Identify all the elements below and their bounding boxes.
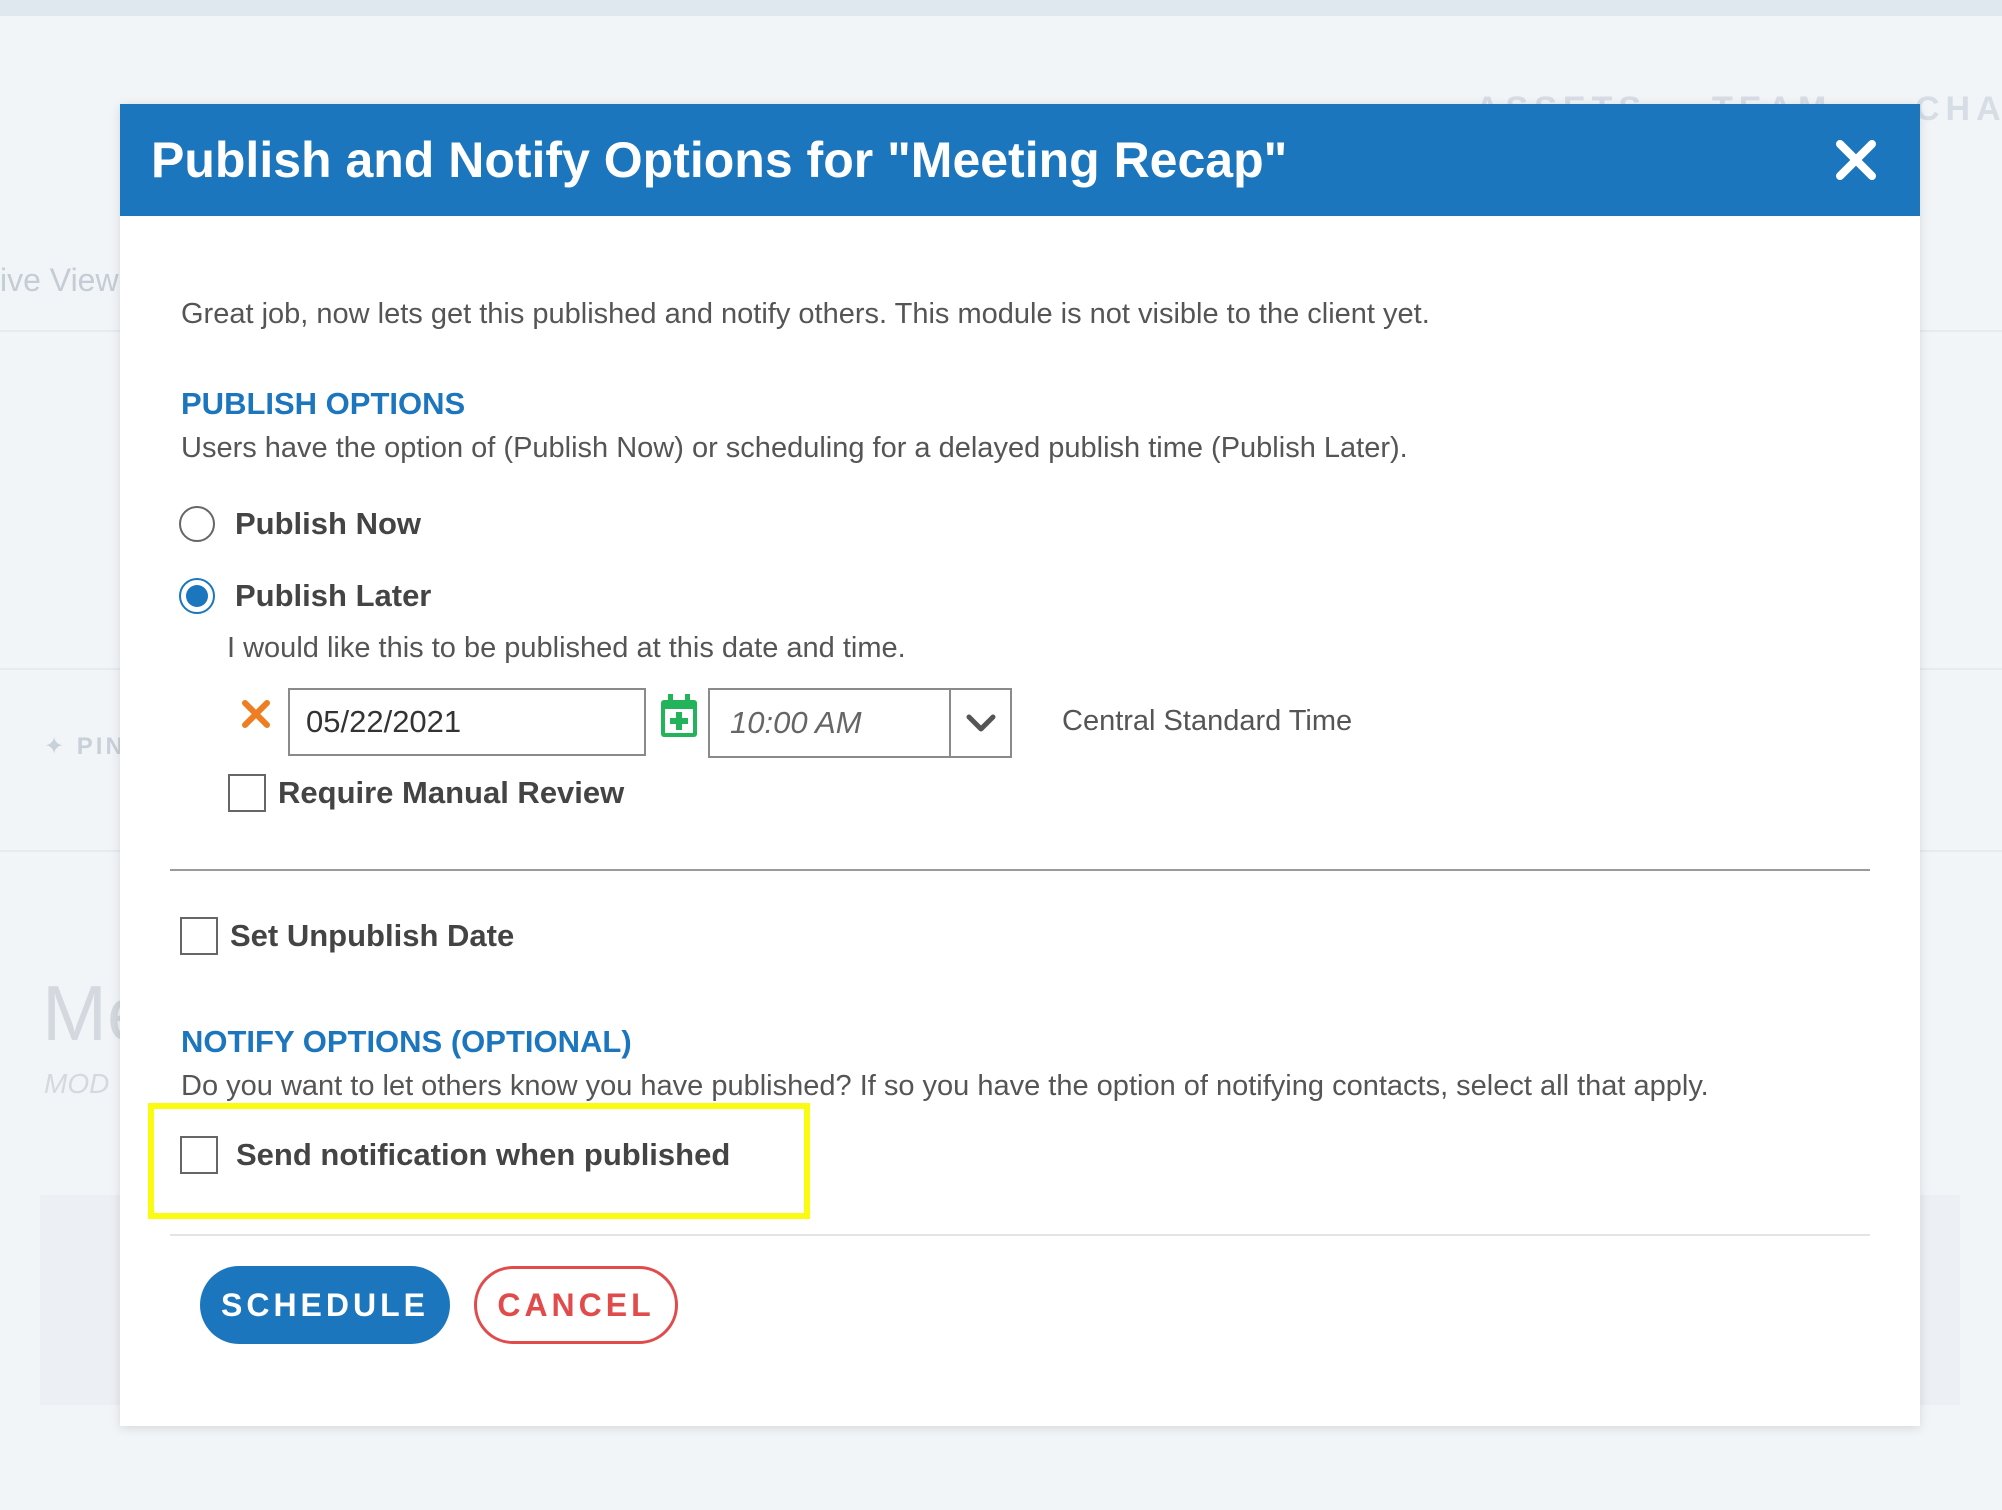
pin-label: ✦ PIN [44, 733, 126, 760]
time-select-divider [949, 690, 951, 756]
send-notification-checkbox[interactable] [180, 1136, 218, 1174]
publish-time-value: 10:00 AM [730, 705, 862, 740]
intro-text: Great job, now lets get this published a… [181, 298, 1430, 330]
require-manual-review-option[interactable]: Require Manual Review [228, 774, 624, 812]
background-top-bar [0, 0, 2002, 16]
publish-options-description: Users have the option of (Publish Now) o… [181, 432, 1408, 464]
publish-later-option[interactable]: Publish Later [179, 574, 431, 618]
publish-later-radio[interactable] [179, 578, 215, 614]
send-notification-label: Send notification when published [236, 1137, 731, 1172]
footer-divider [170, 1234, 1870, 1236]
publish-later-label: Publish Later [235, 578, 432, 613]
modal-header: Publish and Notify Options for "Meeting … [120, 104, 1920, 216]
notify-options-heading: NOTIFY OPTIONS (OPTIONAL) [181, 1024, 632, 1059]
cancel-button[interactable]: CANCEL [474, 1266, 678, 1344]
nav-chat: CHAT [1915, 90, 2002, 128]
set-unpublish-date-checkbox[interactable] [180, 917, 218, 955]
live-view-link: ive View [0, 262, 119, 298]
set-unpublish-date-option[interactable]: Set Unpublish Date [180, 917, 514, 955]
schedule-button[interactable]: SCHEDULE [200, 1266, 450, 1344]
calendar-plus-icon [661, 694, 697, 737]
publish-later-helper: I would like this to be published at thi… [227, 632, 906, 664]
require-manual-review-label: Require Manual Review [278, 775, 625, 810]
pin-icon: ✦ [44, 733, 77, 760]
publish-now-label: Publish Now [235, 506, 421, 541]
modal-title: Publish and Notify Options for "Meeting … [151, 132, 1288, 188]
close-icon [1836, 140, 1876, 180]
calendar-button[interactable] [660, 694, 698, 738]
publish-time-select[interactable]: 10:00 AM [708, 688, 1012, 758]
send-notification-option[interactable]: Send notification when published [180, 1136, 730, 1174]
clear-x-icon [242, 700, 270, 728]
section-divider [170, 869, 1870, 871]
publish-notify-modal: Publish and Notify Options for "Meeting … [120, 104, 1920, 1426]
set-unpublish-date-label: Set Unpublish Date [230, 918, 515, 953]
notify-options-description: Do you want to let others know you have … [181, 1070, 1709, 1102]
chevron-down-icon[interactable] [964, 708, 998, 738]
background-page-subtitle: MOD [44, 1068, 110, 1099]
publish-now-option[interactable]: Publish Now [179, 502, 421, 546]
require-manual-review-checkbox[interactable] [228, 774, 266, 812]
clear-date-button[interactable] [240, 698, 272, 730]
publish-date-input[interactable] [288, 688, 646, 756]
publish-options-heading: PUBLISH OPTIONS [181, 386, 466, 421]
publish-now-radio[interactable] [179, 506, 215, 542]
close-button[interactable] [1832, 136, 1880, 184]
timezone-label: Central Standard Time [1062, 705, 1353, 737]
